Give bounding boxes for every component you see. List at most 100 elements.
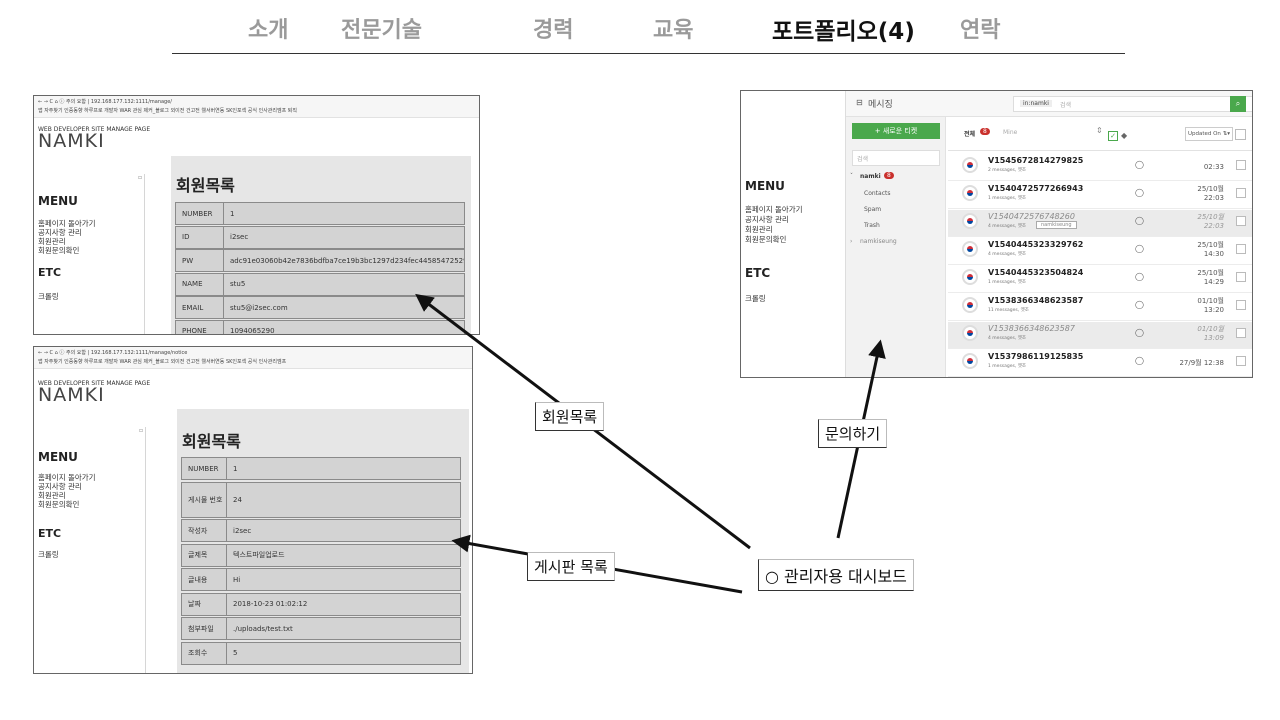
chevron-right-icon[interactable]: › [850,238,852,245]
menu-link-crawling: 크롤링 [38,550,59,559]
list-item[interactable]: V1538366348623587 11 messages, 옛조 ◯ 01/10월 … [948,294,1252,321]
nav-divider [172,53,1125,54]
sidebar-search-input[interactable]: 검색 [852,150,940,166]
flag-icon [962,297,978,313]
sort-dropdown[interactable]: Updated On ⇅▾ [1185,127,1233,141]
sort-arrows-icon[interactable]: ⇕ [1096,126,1103,135]
sidebar-user-2[interactable]: namkiseung [860,238,897,245]
message-checkbox[interactable] [1236,160,1246,170]
chevron-down-icon[interactable]: ˇ [850,173,853,180]
comment-icon: ◯ [1135,328,1144,337]
row-value: 1094065290 [230,327,275,335]
content-title: 회원목록 [176,176,235,195]
search-placeholder: 검색 [1060,102,1072,109]
message-time: 25/10월 14:30 [1197,241,1224,258]
row-value: 24 [233,495,242,504]
message-id: V1540445323504824 [988,268,1084,277]
menu-link-members: 회원관리 [38,237,66,246]
table-row: ID i2sec [175,225,465,249]
callout-inquiry: 문의하기 [818,419,888,448]
menu-heading: MENU [38,194,78,208]
message-time: 25/10월 22:03 [1197,213,1224,230]
nav-item-education[interactable]: 교육 [653,12,693,44]
message-summary: 4 messages, 옛조 [988,224,1027,229]
nav-item-skills[interactable]: 전문기술 [341,12,422,44]
content-title: 회원목록 [182,432,241,451]
message-checkbox[interactable] [1236,356,1246,366]
menu-link-notice: 공지사항 관리 [38,482,82,491]
sidebar-divider [145,427,146,673]
nav-item-intro[interactable]: 소개 [248,12,288,44]
message-id: V1538366348623587 [988,296,1084,305]
nav-item-career[interactable]: 경력 [533,12,573,44]
row-value: 텍스트파일업로드 [233,551,285,559]
list-item[interactable]: V1540472576748260 4 messages, 옛조 namkiseun… [948,210,1252,237]
message-checkbox[interactable] [1236,272,1246,282]
sidebar-item-trash[interactable]: Trash [864,222,880,229]
new-ticket-button[interactable]: + 새로운 티켓 [852,123,940,139]
scroll-indicator: ▫ [138,174,143,181]
message-summary: 1 messages, 옛조 [988,196,1027,201]
message-summary: 4 messages, 옛조 [988,252,1027,257]
menu-link-home: 홈페이지 돌아가기 [38,219,96,228]
nav-item-contact[interactable]: 연락 [960,12,1000,44]
top-nav: 소개 전문기술 경력 교육 포트폴리오(4) 연락 [0,6,1280,46]
list-item[interactable]: V1540445323329762 4 messages, 옛조 ◯ 25/10월 1… [948,238,1252,265]
dashboard-header: ⊟ 메시징 in:namki 검색 ▾ ⌕ [846,91,1252,117]
list-item[interactable]: V1540472577266943 1 messages, 옛조 ◯ 25/10월 2… [948,182,1252,209]
message-checkbox[interactable] [1236,244,1246,254]
row-key: ID [176,226,224,248]
comment-icon: ◯ [1135,188,1144,197]
browser-toolbar: ← → C ⌂ ⓘ 주의 요함 | 192.168.177.132:1111/m… [34,96,479,118]
dashboard-screenshot: MENU 홈페이지 돌아가기 공지사항 관리 회원관리 회원문의확인 ETC 크… [740,90,1253,378]
message-time: 01/10월 13:09 [1197,325,1224,342]
message-checkbox[interactable] [1236,328,1246,338]
list-item[interactable]: V1537986119125835 1 messages, 옛조 ◯ 27/9월 12… [948,350,1252,377]
row-value: stu5@i2sec.com [230,303,288,312]
table-row: 글내용 Hi [181,568,461,591]
select-all-check-icon[interactable]: ✓ [1108,131,1118,141]
menu-link-members: 회원관리 [745,225,773,234]
message-checkbox[interactable] [1236,216,1246,226]
list-item[interactable]: V1538366348623587 4 messages, 옛조 ◯ 01/10월 1… [948,322,1252,349]
filter-mine[interactable]: Mine [1003,129,1017,136]
nav-item-portfolio[interactable]: 포트폴리오(4) [772,12,915,46]
row-key: 게시물 번호 [182,482,227,517]
menu-heading: MENU [745,179,785,193]
message-id: V1537986119125835 [988,352,1084,361]
list-item[interactable]: V1540445323504824 1 messages, 옛조 ◯ 25/10월 1… [948,266,1252,293]
list-filter-bar: 전체 8 Mine ⇕ ✓ ◆ Updated On ⇅▾ [948,117,1252,151]
etc-heading: ETC [745,266,771,280]
sidebar-item-contacts[interactable]: Contacts [864,190,890,197]
inbox-icon: ⊟ [856,98,863,107]
table-row: PW adc91e03060b42e7836bdfba7ce19b3bc1297d… [175,249,465,272]
scroll-indicator: ▫ [139,427,144,434]
message-summary: 1 messages, 옛조 [988,364,1027,369]
bookmarks-bar: 앱 자주찾기 인증동향 하루프로 개발자 WAR 관심 제커_블로그 외이전 건… [38,359,287,365]
flag-icon [962,325,978,341]
table-row: 조회수 5 [181,641,461,665]
select-all-checkbox[interactable] [1235,129,1246,140]
sidebar-user[interactable]: namki [860,173,881,180]
row-value: 5 [233,649,238,657]
row-key: PHONE [176,320,224,334]
dashboard-left-menu: MENU 홈페이지 돌아가기 공지사항 관리 회원관리 회원문의확인 ETC 크… [741,91,846,377]
portfolio-stage: 소개 전문기술 경력 교육 포트폴리오(4) 연락 ← → C ⌂ ⓘ 주의 요… [0,0,1280,720]
message-checkbox[interactable] [1236,188,1246,198]
list-item[interactable]: V1545672814279825 2 messages, 옛조 ◯ 02:33 [948,154,1252,181]
filter-all[interactable]: 전체 [964,129,975,138]
sidebar-item-spam[interactable]: Spam [864,206,881,213]
tag-icon[interactable]: ◆ [1121,131,1127,140]
search-input[interactable]: in:namki 검색 ▾ [1013,96,1252,112]
comment-icon: ◯ [1135,272,1144,281]
site-logo: NAMKI [38,384,105,406]
search-icon[interactable]: ⌕ [1230,96,1246,112]
message-time: 02:33 [1203,163,1224,171]
menu-link-crawling: 크롤링 [745,294,766,303]
message-checkbox[interactable] [1236,300,1246,310]
members-screenshot: ← → C ⌂ ⓘ 주의 요함 | 192.168.177.132:1111/m… [33,95,480,335]
callout-board: 게시판 목록 [527,552,615,581]
message-id: V1540445323329762 [988,240,1084,249]
row-value: 1 [233,464,238,473]
row-key: 조회수 [182,642,227,664]
